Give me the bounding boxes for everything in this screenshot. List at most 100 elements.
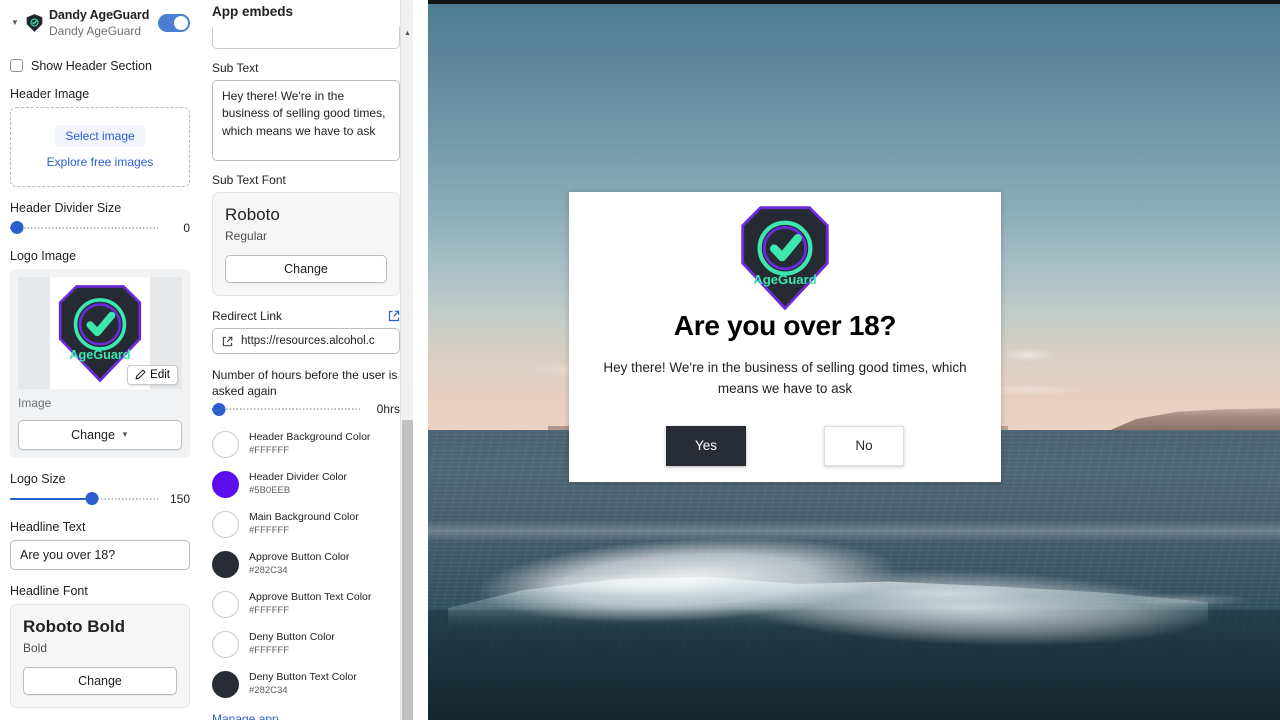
header-image-dropzone[interactable]: Select image Explore free images: [10, 106, 190, 187]
app-subtitle: Dandy AgeGuard: [49, 23, 142, 38]
app-header-row[interactable]: ▼ Dandy AgeGuard Dandy AgeGuard: [10, 0, 190, 43]
logo-change-wrap: Change ▼: [18, 419, 182, 450]
headline-font-style: Bold: [23, 640, 48, 655]
header-divider-size-label: Header Divider Size: [10, 200, 122, 215]
headline-text-input[interactable]: [10, 539, 190, 570]
color-swatch[interactable]: [212, 590, 239, 618]
logo-size-slider-row[interactable]: 150: [10, 492, 190, 506]
app-shield-icon: [26, 14, 43, 33]
chevron-down-icon[interactable]: ▼: [10, 18, 20, 28]
color-row-main-background[interactable]: Main Background Color #FFFFFF: [212, 504, 400, 544]
slider-thumb[interactable]: [10, 221, 24, 235]
app-root: ▼ Dandy AgeGuard Dandy AgeGuard Show Hea…: [0, 0, 1280, 720]
color-text: Deny Button Text Color #282C34: [249, 671, 357, 697]
sub-text-font-card: Roboto Regular Change: [212, 192, 400, 296]
color-hex: #5B0EEB: [249, 485, 291, 497]
sub-text-label: Sub Text: [212, 61, 259, 75]
logo-brand-text: AgeGuard: [69, 347, 130, 361]
slider-track-dots: [10, 226, 158, 229]
color-swatch[interactable]: [212, 550, 239, 578]
external-link-icon[interactable]: [388, 310, 400, 322]
explore-free-images-link[interactable]: Explore free images: [47, 155, 154, 169]
color-row-approve-button[interactable]: Approve Button Color #282C34: [212, 544, 400, 584]
header-divider-size-slider-row[interactable]: 0: [10, 221, 190, 235]
app-title-block: Dandy AgeGuard Dandy AgeGuard: [49, 8, 152, 39]
sub-text-font-name: Roboto: [225, 205, 280, 224]
approve-button[interactable]: Yes: [666, 425, 746, 466]
modal-headline: Are you over 18?: [673, 310, 897, 341]
modal-subtext: Hey there! We're in the business of sell…: [603, 360, 967, 396]
color-text: Approve Button Text Color #FFFFFF: [249, 591, 371, 617]
color-hex: #FFFFFF: [249, 525, 290, 537]
preview-wave-spray: [428, 560, 1280, 630]
color-name: Header Background Color: [249, 431, 371, 444]
slider-thumb[interactable]: [212, 402, 226, 416]
hours-slider[interactable]: [212, 402, 360, 416]
slider-track-dots: [212, 408, 360, 411]
sub-text-font-label: Sub Text Font: [212, 173, 286, 187]
color-name: Header Divider Color: [249, 471, 348, 484]
app-enable-toggle[interactable]: [158, 14, 190, 33]
color-name: Deny Button Color: [249, 631, 335, 644]
headline-font-change-button[interactable]: Change: [23, 666, 177, 695]
header-divider-size-slider[interactable]: [10, 221, 158, 235]
redirect-link-label: Redirect Link: [212, 309, 283, 323]
color-hex: #282C34: [249, 565, 288, 577]
color-hex: #FFFFFF: [249, 445, 290, 457]
color-hex: #282C34: [249, 685, 288, 697]
redirect-link-header: Redirect Link: [212, 309, 400, 323]
color-row-deny-button[interactable]: Deny Button Color #FFFFFF: [212, 624, 400, 664]
color-swatch[interactable]: [212, 430, 239, 458]
sub-text-font-style: Regular: [225, 229, 268, 243]
sub-text-textarea[interactable]: Hey there! We're in the business of sell…: [212, 80, 400, 161]
color-row-header-background[interactable]: Header Background Color #FFFFFF: [212, 424, 400, 464]
color-swatch[interactable]: [212, 670, 239, 698]
age-gate-modal: AgeGuard Are you over 18? Hey there! We'…: [569, 192, 1001, 482]
logo-image-card: AgeGuard Edit Image Change ▼: [10, 268, 190, 458]
logo-edit-button-label: Edit: [150, 368, 170, 381]
storefront-preview: AgeGuard Are you over 18? Hey there! We'…: [428, 0, 1280, 720]
header-divider-size-value: 0: [183, 220, 190, 235]
logo-change-button-label: Change: [71, 427, 115, 442]
color-name: Deny Button Text Color: [249, 671, 357, 684]
color-swatch[interactable]: [212, 510, 239, 538]
slider-thumb[interactable]: [85, 492, 99, 506]
select-image-button[interactable]: Select image: [55, 124, 145, 147]
logo-image-thumbnail[interactable]: AgeGuard Edit: [18, 276, 182, 389]
partial-field-above[interactable]: [212, 27, 400, 49]
mid-panel-scrollbar[interactable]: ▲: [400, 0, 413, 720]
show-header-section-checkbox[interactable]: [10, 59, 23, 73]
color-name: Approve Button Text Color: [249, 591, 372, 604]
toggle-knob: [174, 16, 188, 31]
chevron-down-icon: ▼: [120, 430, 129, 440]
color-row-header-divider[interactable]: Header Divider Color #5B0EEB: [212, 464, 400, 504]
logo-edit-button[interactable]: Edit: [127, 364, 178, 385]
logo-size-slider[interactable]: [10, 492, 158, 506]
color-text: Header Divider Color #5B0EEB: [249, 471, 347, 497]
manage-app-link[interactable]: Manage app: [212, 712, 279, 720]
show-header-section-row[interactable]: Show Header Section: [10, 59, 190, 73]
color-text: Main Background Color #FFFFFF: [249, 511, 359, 537]
headline-font-name: Roboto Bold: [23, 616, 125, 636]
panel-divider: [413, 0, 428, 720]
hours-slider-row[interactable]: 0hrs: [212, 402, 400, 416]
color-text: Header Background Color #FFFFFF: [249, 431, 370, 457]
color-swatch[interactable]: [212, 470, 239, 498]
logo-change-button[interactable]: Change ▼: [18, 419, 182, 450]
deny-button[interactable]: No: [824, 425, 904, 466]
color-name: Approve Button Color: [249, 551, 350, 564]
redirect-link-input[interactable]: https://resources.alcohol.c: [212, 328, 400, 354]
color-row-deny-button-text[interactable]: Deny Button Text Color #282C34: [212, 664, 400, 704]
left-settings-panel: ▼ Dandy AgeGuard Dandy AgeGuard Show Hea…: [0, 0, 200, 720]
color-text: Approve Button Color #282C34: [249, 551, 349, 577]
logo-image-caption: Image: [18, 395, 52, 410]
logo-image-label: Logo Image: [10, 248, 77, 263]
sub-text-font-change-button[interactable]: Change: [225, 255, 387, 283]
scrollbar-thumb[interactable]: [402, 420, 413, 720]
color-row-approve-button-text[interactable]: Approve Button Text Color #FFFFFF: [212, 584, 400, 624]
modal-button-row: Yes No: [666, 425, 904, 466]
logo-brand-text: AgeGuard: [753, 272, 817, 287]
headline-font-label: Headline Font: [10, 583, 88, 598]
hours-label: Number of hours before the user is asked…: [212, 368, 398, 399]
color-swatch[interactable]: [212, 630, 239, 658]
